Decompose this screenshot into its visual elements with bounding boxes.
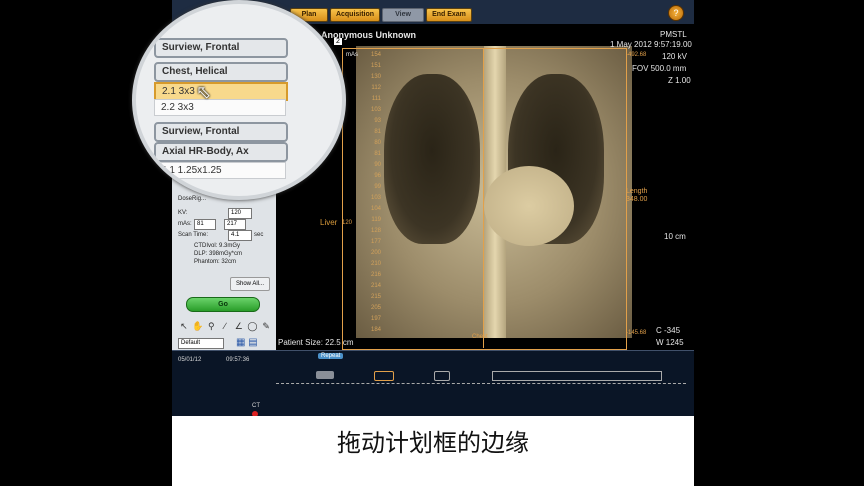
liver-value: 120: [342, 220, 353, 226]
video-caption: 拖动计划框的边缘: [337, 429, 529, 457]
ct-status-light: [252, 411, 258, 416]
series-badge: 2: [334, 38, 342, 45]
mouse-cursor-icon: ⬁: [196, 82, 212, 102]
scan-timeline[interactable]: 05/01/12 09:57:36 Repeat CT: [172, 350, 694, 416]
kv-select[interactable]: 120: [228, 208, 252, 219]
acquisition-tab[interactable]: Acquisition: [330, 8, 380, 22]
mas-profile-value: 128: [370, 228, 381, 234]
measure-line-icon[interactable]: ∕: [219, 320, 231, 332]
mas-profile-value: 112: [371, 85, 381, 91]
help-icon[interactable]: ?: [668, 5, 684, 21]
timeline-block-surview[interactable]: [316, 371, 334, 379]
mas-profile-value: 99: [374, 184, 381, 190]
mas-profile-value: 111: [371, 96, 381, 102]
mas-profile-value: 93: [374, 118, 381, 124]
protocol-surview-frontal-2[interactable]: Surview, Frontal: [154, 122, 288, 142]
mas-profile-value: 81: [374, 151, 381, 157]
mas-profile-value: 103: [370, 107, 381, 113]
repeat-button[interactable]: Repeat: [318, 353, 344, 359]
mas-profile-value: 81: [374, 129, 381, 135]
protocol-surview-frontal[interactable]: Surview, Frontal: [154, 38, 288, 58]
magnify-icon[interactable]: ⚲: [205, 320, 217, 332]
timeline-block-helical[interactable]: [374, 371, 394, 381]
show-all-button[interactable]: Show All...: [230, 277, 270, 291]
mas-profile-value: 104: [370, 206, 381, 212]
site-name: PMSTL: [660, 30, 687, 39]
patient-size: Patient Size: 22.5 cm: [278, 338, 354, 347]
pointer-icon[interactable]: ↖: [178, 320, 190, 332]
plan-centerline: [483, 48, 484, 348]
series-2-2[interactable]: 2.2 3x3: [154, 99, 286, 116]
heart-shadow: [484, 166, 574, 246]
window-width: W 1245: [656, 338, 684, 347]
annotate-icon[interactable]: ✎: [260, 320, 272, 332]
mas-axis-label: mAs: [346, 52, 358, 58]
plan-bottom-value: -145.68: [626, 330, 647, 336]
scan-time-field[interactable]: 4.1: [228, 230, 252, 241]
mas-profile-value: 215: [370, 294, 381, 300]
plan-top-value: -492.68: [626, 52, 647, 58]
timeline-date: 05/01/12: [178, 357, 202, 363]
layout-icon[interactable]: ▦ ▤: [236, 337, 258, 348]
ct-label: CT: [252, 403, 260, 409]
scan-time-unit: sec: [254, 232, 264, 238]
timeline-block-surview2[interactable]: [434, 371, 450, 381]
mas-profile-value: 200: [370, 250, 381, 256]
mas-label: mAs:: [178, 221, 192, 227]
ellipse-roi-icon[interactable]: ◯: [247, 320, 259, 332]
mas-profile-value: 103: [370, 195, 381, 201]
dlp-readout: DLP: 398mGy*cm: [194, 251, 243, 257]
mas-profile-value: 119: [371, 217, 381, 223]
mas-profile-column: 154 151 130 112 111 103 93 81 80 81 90 96 99 103 104 11…: [367, 50, 381, 336]
protocol-magnifier: Surview, Frontal Chest, Helical 2.1 3x3 …: [132, 0, 346, 200]
scale-readout: 10 cm: [664, 232, 686, 241]
ctdivol-readout: CTDIvol: 9.3mGy: [194, 243, 241, 249]
mas-select[interactable]: 81: [194, 219, 216, 230]
mas-profile-value: 205: [370, 305, 381, 311]
mas-profile-value: 90: [374, 162, 381, 168]
phantom-readout: Phantom: 32cm: [194, 259, 237, 265]
exam-date: 1 May 2012 9:57:19.00: [610, 40, 692, 49]
protocol-axial-hr-body[interactable]: Axial HR-Body, Ax: [154, 142, 288, 162]
mas-profile-value: 216: [370, 272, 381, 278]
length-value: 348.00: [626, 196, 648, 203]
length-label: Length: [626, 188, 648, 195]
timeline-block-axial[interactable]: [492, 371, 662, 381]
protocol-chest-helical[interactable]: Chest, Helical: [154, 62, 288, 82]
zoom-readout: Z 1.00: [668, 76, 691, 85]
tool-row: ↖ ✋ ⚲ ∕ ∠ ◯ ✎: [178, 320, 272, 334]
patient-name: E_Anonymous Unknown: [310, 30, 417, 40]
chest-xray-image: [356, 46, 632, 338]
mas-profile-value: 210: [370, 261, 381, 267]
end-exam-button[interactable]: End Exam: [426, 8, 472, 22]
hand-icon[interactable]: ✋: [192, 320, 204, 332]
fov-readout: FOV 500.0 mm: [632, 64, 687, 73]
dose-label: DoseRig...: [178, 196, 207, 202]
mas-profile-value: 214: [370, 283, 381, 289]
window-center: C -345: [656, 326, 681, 335]
right-lung: [384, 74, 480, 244]
mas-profile-value: 130: [370, 74, 381, 80]
mas-profile-value: 151: [370, 63, 381, 69]
mas-max-select[interactable]: 217: [224, 219, 246, 230]
kv-label: KV:: [178, 210, 188, 216]
view-tab[interactable]: View: [382, 8, 424, 22]
liver-label: Liver: [320, 218, 338, 227]
mas-profile-value: 96: [374, 173, 381, 179]
plan-region-label: Chest: [472, 334, 488, 340]
mas-profile-value: 197: [370, 316, 381, 322]
angle-icon[interactable]: ∠: [233, 320, 245, 332]
mas-profile-value: 184: [370, 327, 381, 333]
preset-select[interactable]: Default: [178, 338, 224, 349]
kv-readout: 120 kV: [662, 52, 687, 61]
timeline-time: 09:57:36: [226, 357, 250, 363]
mas-profile-value: 80: [374, 140, 381, 146]
series-4-1[interactable]: 4.1 1.25x1.25: [154, 162, 286, 179]
mas-profile-value: 177: [370, 239, 381, 245]
go-button[interactable]: Go: [186, 297, 260, 312]
mas-profile-value: 154: [370, 52, 381, 58]
timeline-track: [276, 383, 686, 384]
scan-time-label: Scan Time:: [178, 232, 209, 238]
